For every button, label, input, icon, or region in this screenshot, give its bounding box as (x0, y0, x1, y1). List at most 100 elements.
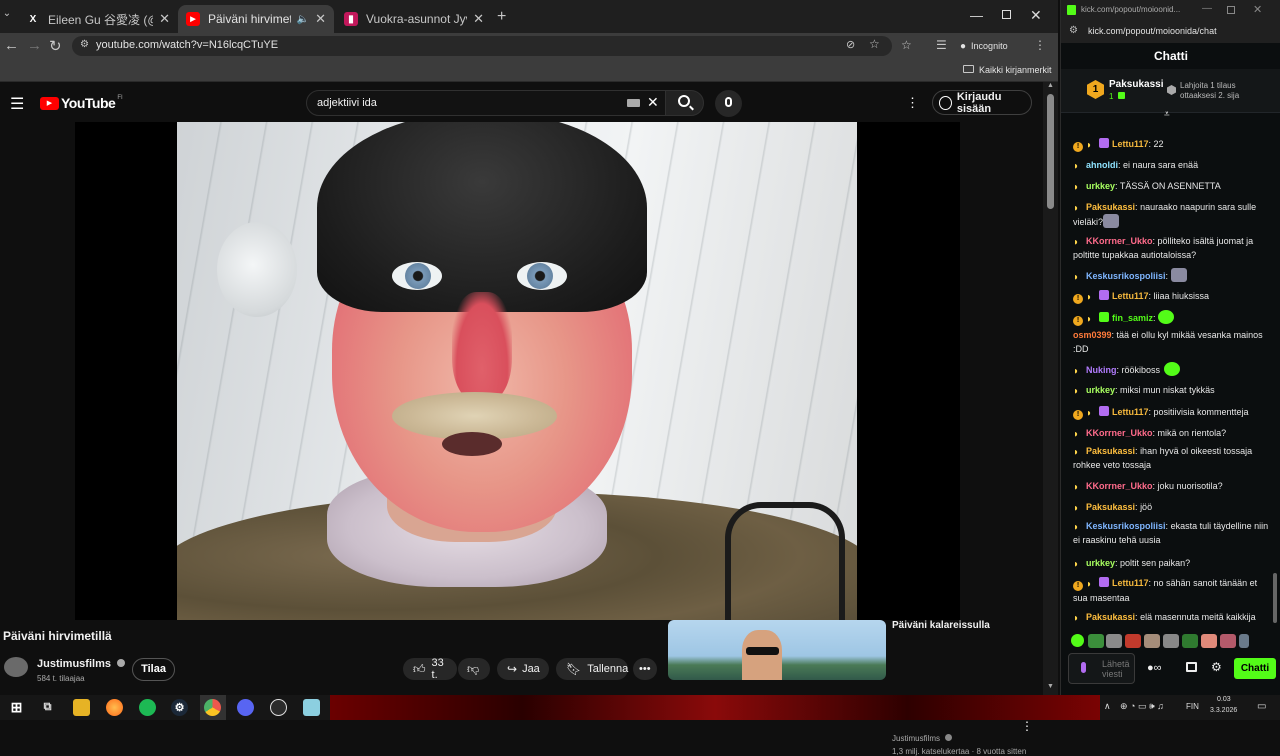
chat-username[interactable]: Keskusrikospoliisi (1086, 521, 1166, 531)
video-player[interactable] (75, 122, 960, 620)
emote-icon[interactable] (1088, 634, 1104, 648)
menu-kebab-icon[interactable]: ⋮ (1034, 38, 1046, 52)
chat-username[interactable]: fin_samiz (1112, 313, 1153, 323)
chat-username[interactable]: urkkey (1086, 181, 1115, 191)
emote-icon[interactable] (1201, 634, 1217, 648)
chat-input[interactable]: Lähetä viesti (1068, 653, 1135, 684)
emote-icon[interactable] (1182, 634, 1198, 648)
dislike-button[interactable]: 👎︎ (458, 658, 490, 680)
tab-twitter[interactable]: X Eileen Gu 谷愛凌 (@GoEileenGu ✕ (18, 5, 178, 33)
like-button[interactable]: 👍︎ 33 t. (403, 657, 457, 681)
notepad-icon[interactable] (303, 699, 320, 716)
voice-search-button[interactable] (715, 90, 742, 117)
tab-search-icon[interactable]: ☰ (936, 38, 947, 52)
emote-icon[interactable] (1125, 634, 1141, 648)
chat-username[interactable]: Paksukassi (1086, 446, 1135, 456)
chat-username[interactable]: KKorrner_Ukko (1086, 236, 1153, 246)
input-language[interactable]: FIN (1186, 702, 1199, 711)
spotify-icon[interactable] (139, 699, 156, 716)
tray-chevron-icon[interactable]: ∧ (1104, 701, 1111, 712)
new-tab-button[interactable]: + (497, 8, 506, 26)
file-explorer-icon[interactable] (73, 699, 90, 716)
close-tab-icon[interactable]: ✕ (159, 11, 170, 27)
mic-icon[interactable] (1081, 662, 1086, 673)
chat-minimize-button[interactable]: — (1202, 3, 1212, 14)
more-actions-button[interactable]: ••• (633, 658, 657, 680)
chat-url[interactable]: kick.com/popout/moioonida/chat (1088, 26, 1217, 36)
channel-name[interactable]: Justimusfilms (37, 658, 126, 670)
reload-icon[interactable]: ↻ (49, 37, 62, 55)
hamburger-menu-icon[interactable]: ☰ (10, 94, 24, 114)
emote-icon[interactable] (1220, 634, 1236, 648)
clock-date[interactable]: 3.3.2026 (1210, 707, 1237, 714)
channel-avatar[interactable] (4, 657, 28, 677)
settings-kebab-icon[interactable]: ⋮ (906, 95, 919, 111)
emoji-icon[interactable]: ●∞ (1147, 662, 1162, 674)
firefox-icon[interactable] (106, 699, 123, 716)
obs-icon[interactable] (270, 699, 287, 716)
page-scrollbar[interactable]: ▲ ▼ (1043, 82, 1058, 695)
chat-username[interactable]: Lettu117 (1112, 578, 1149, 588)
keyboard-icon[interactable] (627, 99, 640, 107)
recommended-thumbnail[interactable] (668, 620, 886, 680)
chat-maximize-button[interactable] (1227, 6, 1235, 14)
signin-button[interactable]: Kirjaudu sisään (932, 90, 1032, 115)
chat-username[interactable]: urkkey (1086, 385, 1115, 395)
back-icon[interactable]: ← (4, 37, 19, 54)
emote-icon[interactable] (1239, 634, 1249, 648)
chat-username[interactable]: Paksukassi (1086, 202, 1135, 212)
chat-username[interactable]: Lettu117 (1112, 291, 1149, 301)
leader-name[interactable]: Paksukassi (1109, 79, 1164, 90)
steam-icon[interactable]: ⚙ (171, 699, 188, 716)
subscribe-button[interactable]: Tilaa (132, 658, 175, 681)
chat-username[interactable]: urkkey (1086, 558, 1115, 568)
settings-gear-icon[interactable]: ⚙ (1211, 660, 1222, 674)
eye-off-icon[interactable]: ⊘ (846, 38, 855, 51)
discord-icon[interactable] (237, 699, 254, 716)
scroll-down-arrow[interactable]: ▼ (1047, 683, 1054, 690)
chat-username[interactable]: ahnoldi (1086, 160, 1118, 170)
search-button[interactable] (665, 90, 704, 116)
site-info-icon[interactable]: ⚙ (1069, 25, 1078, 36)
scrollbar-thumb[interactable] (1047, 94, 1054, 209)
chat-username[interactable]: Keskusrikospoliisi (1086, 271, 1166, 281)
clear-search-icon[interactable]: ✕ (647, 94, 659, 111)
clock-time[interactable]: 0.03 (1217, 696, 1231, 703)
emote-icon[interactable] (1144, 634, 1160, 648)
emote-icon[interactable] (1163, 634, 1179, 648)
close-window-button[interactable]: ✕ (1030, 7, 1042, 24)
chat-username[interactable]: Paksukassi (1086, 612, 1135, 622)
notifications-icon[interactable]: ▭ (1257, 701, 1266, 712)
scrollbar-thumb[interactable] (1273, 573, 1277, 623)
bookmarks-icon[interactable]: ☆ (901, 38, 912, 52)
tab-search-button[interactable]: ⌄ (0, 8, 14, 26)
close-tab-icon[interactable]: ✕ (473, 11, 484, 27)
emote-icon[interactable] (1071, 634, 1084, 647)
youtube-logo[interactable]: ▶ YouTube FI (40, 95, 123, 111)
bookmark-star-icon[interactable]: ☆ (869, 37, 880, 51)
speaker-icon[interactable]: 🔈 (297, 14, 309, 25)
rec-channel[interactable]: Justimusfilms (892, 734, 953, 743)
site-info-icon[interactable]: ⚙ (80, 39, 89, 50)
forward-icon[interactable]: → (27, 37, 42, 54)
share-button[interactable]: ↪ Jaa (497, 658, 549, 680)
emote-icon[interactable] (1106, 634, 1122, 648)
save-button[interactable]: 🔖︎ Tallenna (556, 658, 628, 680)
chat-username[interactable]: Nuking (1086, 365, 1117, 375)
task-view-icon[interactable]: ⧉ (39, 699, 56, 716)
chat-close-button[interactable]: ✕ (1253, 3, 1262, 16)
search-field[interactable]: adjektiivi ida ✕ (306, 90, 666, 116)
minimize-button[interactable]: — (970, 8, 983, 23)
chat-username[interactable]: Paksukassi (1086, 502, 1135, 512)
windows-start-icon[interactable]: ⊞ (8, 699, 25, 716)
chat-username[interactable]: KKorrner_Ukko (1086, 428, 1153, 438)
chat-username[interactable]: osm0399 (1073, 330, 1112, 340)
rec-menu-icon[interactable]: ⋮ (1021, 719, 1033, 733)
store-icon[interactable] (1186, 662, 1197, 672)
scroll-up-arrow[interactable]: ▲ (1047, 82, 1054, 89)
tab-youtube[interactable]: ▶ Päiväni hirvimetillä - YouTube 🔈 ✕ (178, 5, 334, 33)
chat-username[interactable]: Lettu117 (1112, 407, 1149, 417)
tab-vuokra[interactable]: ▮ Vuokra-asunnot Jyväskylä: 55 k ✕ (336, 5, 492, 33)
tray-icons[interactable]: ⊕ ◔ ▭ 🕪︎ ♫ (1120, 701, 1164, 712)
rec-title[interactable]: Päiväni kalareissulla (892, 620, 990, 631)
